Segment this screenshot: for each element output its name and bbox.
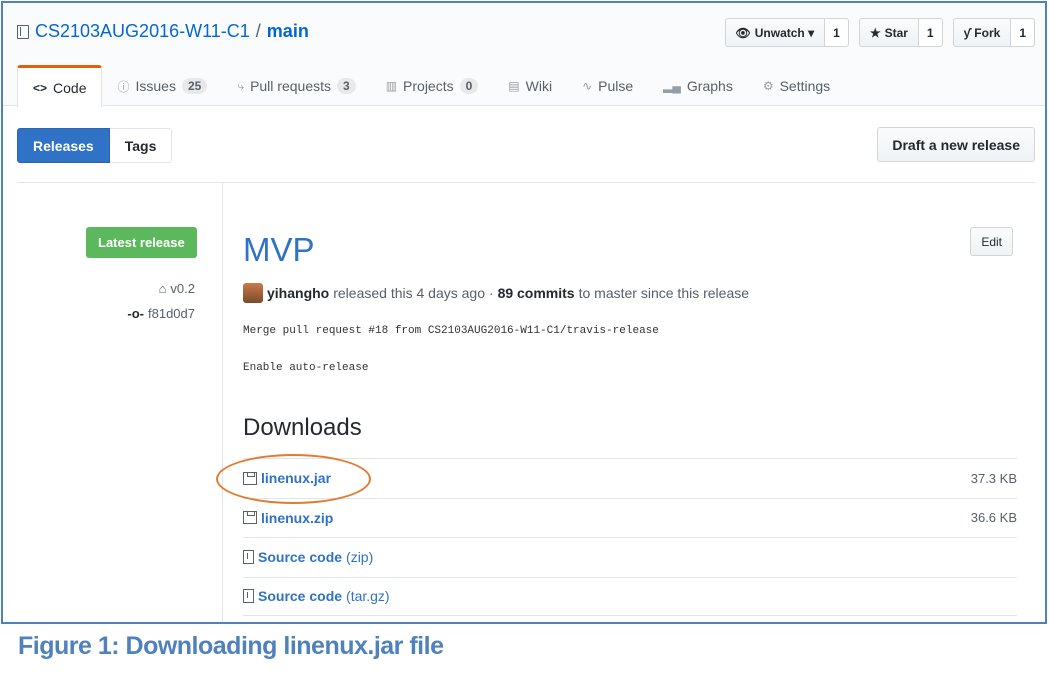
star-group: ★ Star 1 <box>858 18 943 47</box>
repo-title: CS2103AUG2016-W11-C1 / main <box>17 21 309 42</box>
tab-code-label: Code <box>53 79 87 96</box>
releases-tab[interactable]: Releases <box>17 128 110 163</box>
graph-icon: ▂▄ <box>663 79 681 93</box>
file-zip-icon <box>243 589 254 604</box>
screenshot-frame: CS2103AUG2016-W11-C1 / main 👁 Unwatch ▾ … <box>1 1 1047 624</box>
tab-settings-label: Settings <box>779 78 831 94</box>
fork-group: ƴ Fork 1 <box>952 18 1035 47</box>
release-body-line2: Enable auto-release <box>243 362 369 374</box>
projects-count: 0 <box>459 78 479 94</box>
commits-suffix: to master since this release <box>578 285 750 301</box>
latest-release-badge: Latest release <box>86 227 197 258</box>
tab-graphs[interactable]: ▂▄ Graphs <box>648 65 748 107</box>
file-zip-icon <box>243 550 254 565</box>
divider <box>17 182 1035 183</box>
unwatch-button[interactable]: 👁 Unwatch ▾ <box>724 18 826 47</box>
download-item[interactable]: linenux.zip 36.6 KB <box>243 497 1017 538</box>
fork-icon: ƴ <box>963 25 971 40</box>
release-title[interactable]: MVP <box>243 231 315 269</box>
timeline-divider <box>222 183 223 622</box>
download-link[interactable]: Source code <box>258 549 342 565</box>
project-icon: ▥ <box>385 79 398 93</box>
pull-request-icon: ⤷ <box>237 78 245 93</box>
edit-button[interactable]: Edit <box>970 227 1013 256</box>
figure-caption: Figure 1: Downloading linenux.jar file <box>18 632 444 660</box>
code-icon: <> <box>33 80 48 95</box>
stars-count[interactable]: 1 <box>918 18 943 47</box>
tag-icon: ⌂ <box>158 281 167 296</box>
issue-icon: ⓘ <box>117 79 130 94</box>
commit-icon: -o- <box>127 306 144 321</box>
tab-wiki-label: Wiki <box>525 78 553 94</box>
download-format[interactable]: (tar.gz) <box>346 588 390 604</box>
release-meta: yihangho released this 4 days ago · 89 c… <box>243 283 749 303</box>
repo-separator: / <box>255 21 261 41</box>
file-size: 37.3 KB <box>970 470 1017 486</box>
released-text: released this 4 days ago · <box>333 285 494 301</box>
commit-label: f81d0d7 <box>148 306 195 321</box>
download-link[interactable]: Source code <box>258 588 342 604</box>
repo-book-icon <box>17 24 29 39</box>
issues-count: 25 <box>181 78 208 94</box>
avatar[interactable] <box>243 283 263 303</box>
highlight-circle <box>216 454 371 504</box>
repo-actions: 👁 Unwatch ▾ 1 ★ Star 1 ƴ Fork 1 <box>724 18 1035 47</box>
package-icon <box>243 511 257 525</box>
release-subnav: Releases Tags <box>17 128 173 163</box>
download-format[interactable]: (zip) <box>346 549 373 565</box>
download-item[interactable]: Source code (zip) <box>243 537 1017 577</box>
tab-graphs-label: Graphs <box>686 78 733 94</box>
repo-owner-link[interactable]: CS2103AUG2016-W11-C1 <box>35 21 250 42</box>
download-item[interactable]: Source code (tar.gz) <box>243 576 1017 616</box>
repo-tabs: <> Code ⓘ Issues 25 ⤷ Pull requests 3 ▥ … <box>17 65 845 107</box>
book-icon: ▤ <box>508 79 520 93</box>
tab-issues[interactable]: ⓘ Issues 25 <box>102 65 222 107</box>
tab-issues-label: Issues <box>135 78 176 94</box>
repo-header: CS2103AUG2016-W11-C1 / main 👁 Unwatch ▾ … <box>3 3 1045 107</box>
tab-pulse-label: Pulse <box>598 78 634 94</box>
download-link[interactable]: linenux.zip <box>261 510 333 526</box>
repo-name-link[interactable]: main <box>267 21 309 42</box>
fork-button[interactable]: ƴ Fork <box>952 18 1012 47</box>
author-link[interactable]: yihangho <box>267 285 329 301</box>
pull-requests-count: 3 <box>337 78 356 94</box>
tab-pull-requests-label: Pull requests <box>250 78 331 94</box>
file-size: 36.6 KB <box>970 510 1017 526</box>
unwatch-label: Unwatch ▾ <box>754 25 815 40</box>
tab-pull-requests[interactable]: ⤷ Pull requests 3 <box>222 65 370 107</box>
gear-icon: ⚙ <box>762 79 774 93</box>
tag-label: v0.2 <box>170 281 195 296</box>
release-body-line1: Merge pull request #18 from CS2103AUG201… <box>243 325 659 337</box>
release-tag[interactable]: ⌂ v0.2 <box>159 281 195 296</box>
draft-release-button[interactable]: Draft a new release <box>877 127 1035 162</box>
tab-pulse[interactable]: ∿ Pulse <box>567 65 648 107</box>
commits-link[interactable]: 89 commits <box>498 285 575 301</box>
star-icon: ★ <box>869 25 881 40</box>
star-label: Star <box>884 25 908 40</box>
tab-code[interactable]: <> Code <box>17 65 103 107</box>
watchers-count[interactable]: 1 <box>825 18 849 47</box>
pulse-icon: ∿ <box>582 79 593 93</box>
unwatch-group: 👁 Unwatch ▾ 1 <box>724 18 849 47</box>
tab-wiki[interactable]: ▤ Wiki <box>493 65 567 107</box>
release-commit[interactable]: -o- f81d0d7 <box>127 306 195 321</box>
star-button[interactable]: ★ Star <box>858 18 919 47</box>
forks-count[interactable]: 1 <box>1011 18 1035 47</box>
eye-icon: 👁 <box>735 25 751 40</box>
tab-projects[interactable]: ▥ Projects 0 <box>371 65 494 107</box>
downloads-heading: Downloads <box>243 414 362 441</box>
tags-tab[interactable]: Tags <box>109 128 173 163</box>
fork-label: Fork <box>974 25 1001 40</box>
tab-settings[interactable]: ⚙ Settings <box>748 65 845 107</box>
tab-projects-label: Projects <box>403 78 454 94</box>
